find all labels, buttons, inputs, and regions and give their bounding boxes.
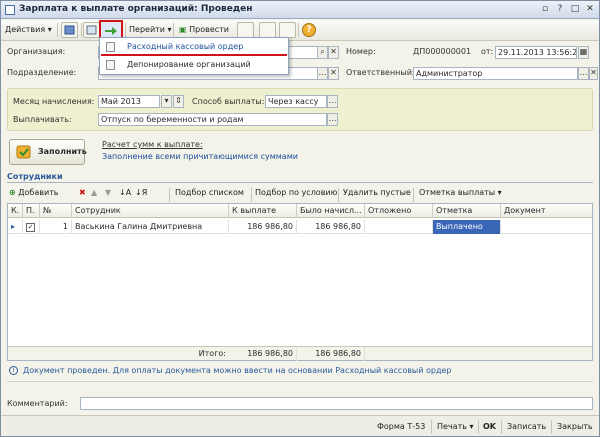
comment-label: Комментарий: xyxy=(7,399,68,408)
table-header: К. П. № Сотрудник К выплате Было начисл.… xyxy=(8,204,592,218)
month-dropdown-button[interactable]: ▾ xyxy=(161,95,172,108)
payment-method-field[interactable]: Через кассу xyxy=(265,95,327,108)
total-label: Итого: xyxy=(198,349,226,358)
employees-table: К. П. № Сотрудник К выплате Было начисл.… xyxy=(7,203,593,361)
select-list-button[interactable]: Подбор списком xyxy=(175,185,244,202)
mark-payment-menu[interactable]: Отметка выплаты ▾ xyxy=(419,185,502,202)
window-title: Зарплата к выплате организаций: Проведен xyxy=(19,4,253,14)
column-header[interactable]: № xyxy=(40,204,72,218)
help-icon[interactable]: ? xyxy=(302,23,316,37)
column-header[interactable]: Отложено xyxy=(365,204,433,218)
move-up-icon[interactable]: ▲ xyxy=(91,185,97,202)
column-header[interactable]: К выплате xyxy=(229,204,297,218)
responsible-clear-button[interactable]: ✕ xyxy=(589,67,598,80)
create-based-on-dropdown: Расходный кассовый ордер Депонирование о… xyxy=(99,37,289,75)
number-value: ДП000000001 xyxy=(413,47,472,56)
payment-mark[interactable]: Выплачено xyxy=(433,220,501,234)
payment-method-label: Способ выплаты: xyxy=(192,97,265,106)
pay-select-button[interactable]: … xyxy=(327,113,338,126)
close-window-button[interactable]: ✕ xyxy=(584,4,596,16)
menu-item-deposit[interactable]: Депонирование организаций xyxy=(101,57,287,74)
month-label: Месяц начисления: xyxy=(13,97,95,106)
fill-button[interactable]: Заполнить xyxy=(9,139,87,165)
to-pay-amount: 186 986,80 xyxy=(229,220,297,234)
month-field[interactable]: Май 2013 xyxy=(98,95,160,108)
responsible-field[interactable]: Администратор xyxy=(413,67,578,80)
accrued-amount: 186 986,80 xyxy=(297,220,365,234)
column-header[interactable]: Сотрудник xyxy=(72,204,229,218)
employee-name: Васькина Галина Дмитриевна xyxy=(72,220,229,234)
bottom-bar: Форма Т-53 Печать ▾ OK Записать Закрыть xyxy=(1,415,599,436)
responsible-label: Ответственный: xyxy=(346,68,415,77)
total-to-pay: 186 986,80 xyxy=(229,347,297,361)
delete-icon[interactable]: ✖ xyxy=(79,185,86,202)
column-header[interactable]: К. xyxy=(8,204,23,218)
organization-label: Организация: xyxy=(7,47,66,56)
save-button[interactable]: Записать xyxy=(507,419,546,436)
column-header[interactable]: Было начисл... xyxy=(297,204,365,218)
add-button[interactable]: ⊕ Добавить xyxy=(9,185,59,202)
row-number: 1 xyxy=(40,220,72,234)
document-icon xyxy=(106,42,115,52)
move-down-icon[interactable]: ▼ xyxy=(105,185,111,202)
add-icon: ⊕ xyxy=(9,188,16,197)
column-header[interactable]: П. xyxy=(23,204,40,218)
document-icon xyxy=(5,5,15,15)
fill-all-link[interactable]: Заполнение всеми причитающимися суммами xyxy=(102,152,298,161)
calc-link[interactable]: Расчет сумм к выплате: xyxy=(102,140,203,149)
row-arrow-icon: ▸ xyxy=(8,220,23,234)
print-menu[interactable]: Печать ▾ xyxy=(437,419,474,436)
help-window-button[interactable]: ? xyxy=(554,4,566,16)
date-field[interactable]: 29.11.2013 13:56:29 xyxy=(495,46,577,59)
pin-button[interactable]: ▫ xyxy=(539,4,551,16)
table-row[interactable]: ▸ ✓ 1 Васькина Галина Дмитриевна 186 986… xyxy=(8,220,592,234)
department-clear-button[interactable]: ✕ xyxy=(328,67,339,80)
deferred-amount xyxy=(365,220,433,234)
row-checkbox[interactable]: ✓ xyxy=(23,220,40,234)
number-label: Номер: xyxy=(346,47,376,56)
select-condition-button[interactable]: Подбор по условию xyxy=(255,185,337,202)
menu-item-cash-order[interactable]: Расходный кассовый ордер xyxy=(101,39,287,56)
info-message: Документ проведен. Для оплаты документа … xyxy=(23,366,452,375)
fill-icon xyxy=(16,145,31,159)
delete-empty-button[interactable]: Удалить пустые xyxy=(343,185,411,202)
save-icon[interactable] xyxy=(61,22,78,38)
title-bar: Зарплата к выплате организаций: Проведен… xyxy=(1,1,599,19)
responsible-select-button[interactable]: … xyxy=(578,67,589,80)
organization-search-button[interactable]: ⌕ xyxy=(317,46,328,59)
table-footer: Итого: 186 986,80 186 986,80 xyxy=(8,346,592,361)
post-close-icon[interactable] xyxy=(237,22,254,38)
pay-label: Выплачивать: xyxy=(13,115,72,124)
document-cell xyxy=(501,220,592,234)
actions-menu[interactable]: Действия ▾ xyxy=(5,22,52,39)
total-accrued: 186 986,80 xyxy=(297,347,365,361)
tree-icon[interactable] xyxy=(279,22,296,38)
department-label: Подразделение: xyxy=(7,68,77,77)
close-button[interactable]: Закрыть xyxy=(557,419,593,436)
ok-button[interactable]: OK xyxy=(483,419,496,436)
form-name: Форма Т-53 xyxy=(377,422,426,431)
pay-field[interactable]: Отпуск по беременности и родам xyxy=(98,113,327,126)
organization-clear-button[interactable]: ✕ xyxy=(328,46,339,59)
info-icon: i xyxy=(9,366,18,375)
structure-icon[interactable] xyxy=(83,22,100,38)
payment-method-select-button[interactable]: … xyxy=(327,95,338,108)
department-select-button[interactable]: … xyxy=(317,67,328,80)
list-icon[interactable] xyxy=(259,22,276,38)
date-label: от: xyxy=(481,47,494,56)
column-header[interactable]: Отметка xyxy=(433,204,501,218)
sort-asc-icon[interactable]: ↓A xyxy=(119,185,131,202)
employees-section-label: Сотрудники xyxy=(7,172,63,181)
post-icon: ▣ xyxy=(179,25,187,34)
month-stepper[interactable]: ⇕ xyxy=(173,95,184,108)
column-header[interactable]: Документ xyxy=(501,204,592,218)
maximize-button[interactable]: □ xyxy=(569,4,581,16)
toolbar: Действия ▾ Перейти ▾ ▣ Провести ? xyxy=(1,20,599,41)
document-window: Зарплата к выплате организаций: Проведен… xyxy=(0,0,600,437)
sort-desc-icon[interactable]: ↓Я xyxy=(135,185,147,202)
calendar-button[interactable]: ▦ xyxy=(578,46,589,59)
document-icon xyxy=(106,60,115,70)
comment-field[interactable] xyxy=(80,397,593,410)
